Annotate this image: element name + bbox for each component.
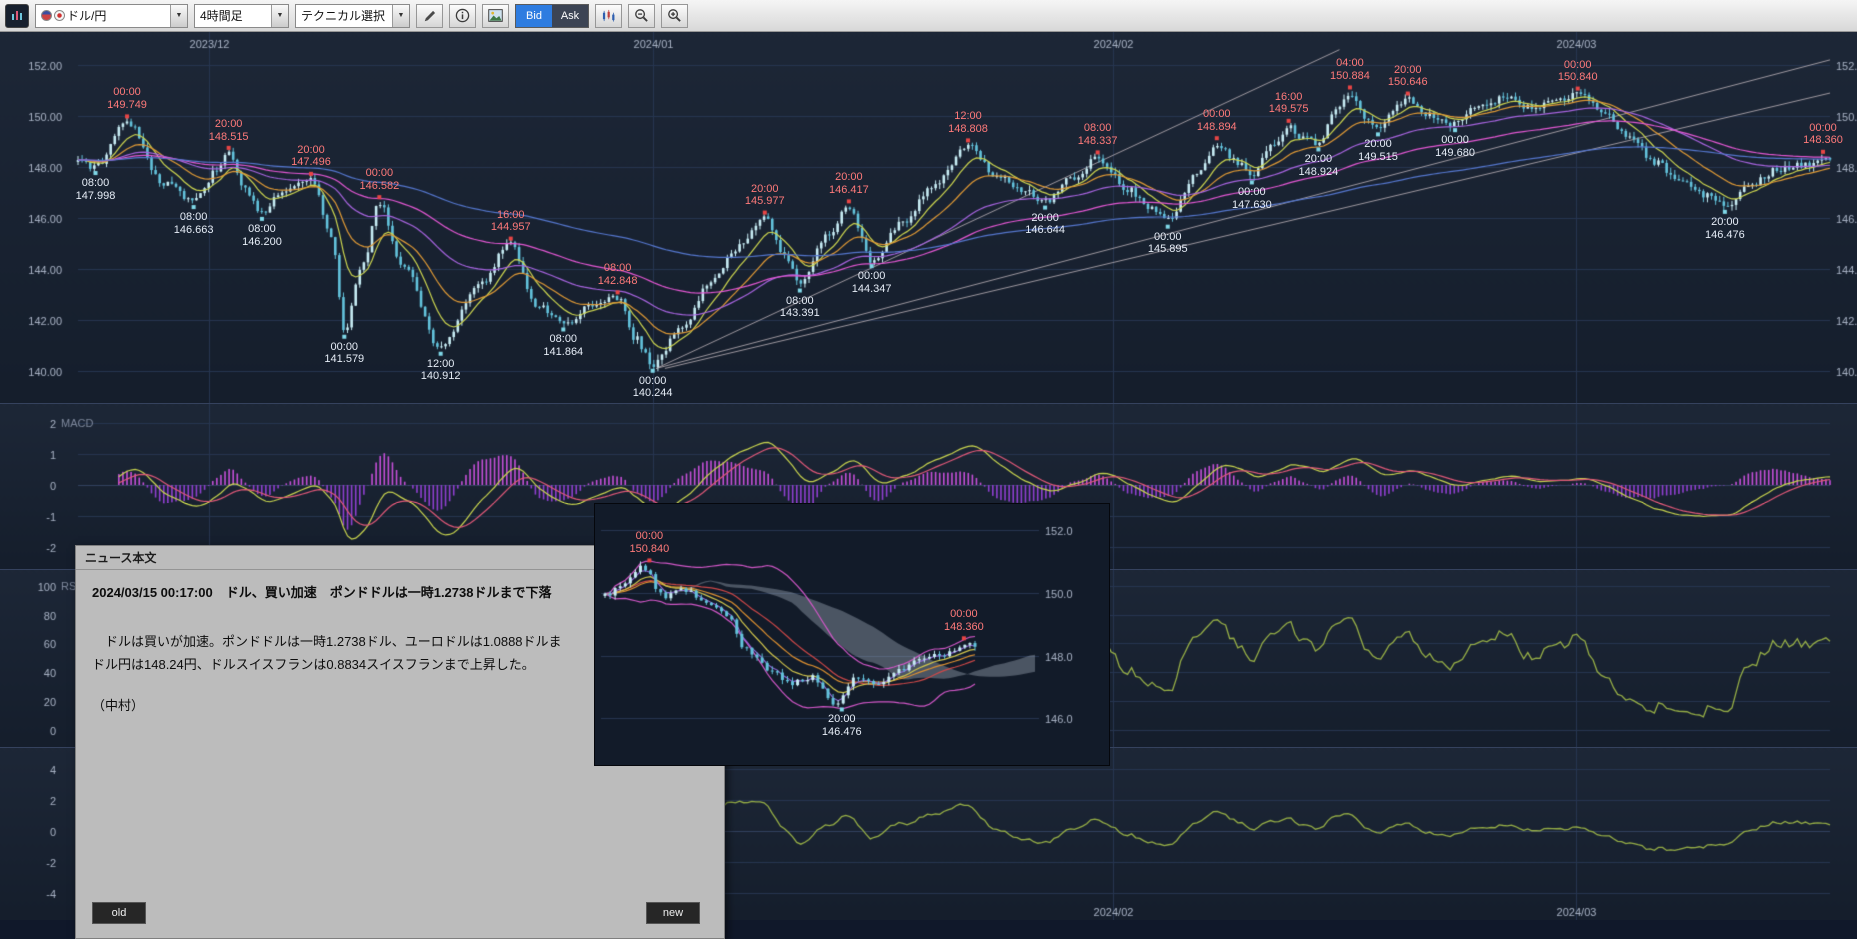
chevron-down-icon[interactable]: ▼ (170, 5, 187, 27)
japan-flag-icon (54, 10, 65, 21)
currency-pair-value: ドル/円 (67, 7, 164, 24)
zoom-out-icon (634, 8, 649, 23)
screenshot-button[interactable] (482, 4, 509, 28)
image-icon (488, 9, 503, 22)
mini-chart-window[interactable]: 00:00150.84020:00146.47600:00148.360 (594, 503, 1110, 766)
news-window-title: ニュース本文 (85, 549, 156, 566)
technical-select[interactable]: テクニカル選択 ▼ (295, 4, 410, 28)
price-chart-canvas[interactable] (0, 32, 1857, 403)
zoom-out-button[interactable] (628, 4, 655, 28)
news-new-button[interactable]: new (646, 902, 700, 924)
chevron-down-icon[interactable]: ▼ (392, 5, 409, 27)
toolbar: ドル/円 ▼ 4時間足 ▼ テクニカル選択 ▼ Bid Ask (0, 0, 1857, 32)
zoom-in-button[interactable] (661, 4, 688, 28)
us-flag-icon (41, 10, 52, 21)
zoom-in-icon (667, 8, 682, 23)
chart-type-button[interactable] (595, 4, 622, 28)
ask-button[interactable]: Ask (552, 5, 588, 27)
mini-chart-canvas[interactable] (595, 504, 1109, 765)
pencil-icon (423, 9, 437, 23)
bid-button[interactable]: Bid (516, 5, 552, 27)
bid-ask-toggle: Bid Ask (515, 4, 589, 28)
timeframe-select[interactable]: 4時間足 ▼ (194, 4, 289, 28)
app-icon (5, 4, 29, 28)
chart-mode-icon (601, 9, 616, 22)
news-old-button[interactable]: old (92, 902, 146, 924)
chevron-down-icon[interactable]: ▼ (271, 5, 288, 27)
currency-pair-select[interactable]: ドル/円 ▼ (35, 4, 188, 28)
app-logo-icon (10, 9, 24, 23)
info-icon (455, 8, 470, 23)
technical-value: テクニカル選択 (301, 7, 386, 24)
draw-tool-button[interactable] (416, 4, 443, 28)
price-chart-panel: 00:00149.74908:00147.99820:00148.51508:0… (0, 32, 1857, 403)
timeframe-value: 4時間足 (200, 7, 265, 24)
info-button[interactable] (449, 4, 476, 28)
